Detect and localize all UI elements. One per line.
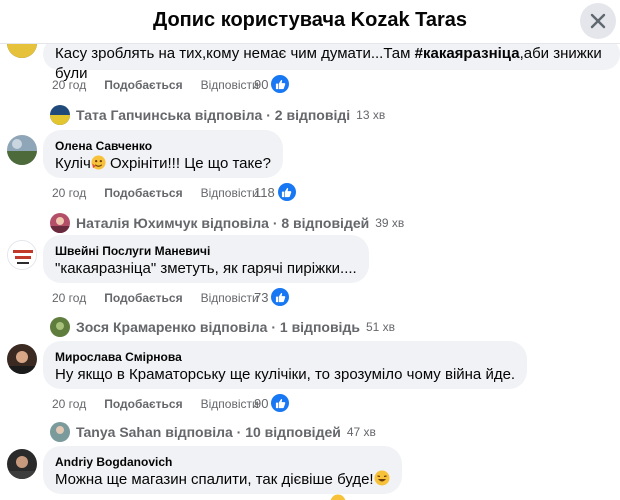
comment-text: "какаяразніца" зметуть, як гарячі пиріжк…	[55, 260, 357, 277]
comment-actions: 20 год Подобається Відповісти	[52, 75, 259, 95]
reaction-count[interactable]: 118	[254, 183, 296, 201]
comment-text: Можна ще магазин спалити, так дієвіше бу…	[55, 470, 390, 490]
emoji-icon	[91, 155, 106, 170]
comment-bubble: Andriy Bogdanovich Можна ще магазин спал…	[43, 446, 402, 494]
like-button[interactable]: Подобається	[104, 397, 182, 411]
replies-time: 39 хв	[375, 216, 405, 230]
comment-text: Ну якщо в Краматорську ще кулічіки, то з…	[55, 366, 516, 383]
like-button[interactable]: Подобається	[104, 186, 182, 200]
comment-bubble: Мирослава Смірнова Ну якщо в Краматорськ…	[43, 341, 528, 389]
comment-bubble: Олена Савченко Куліч Охрініти!!! Це що т…	[43, 130, 283, 178]
comment-actions: 20 год Подобається Відповісти	[52, 183, 259, 203]
avatar	[50, 317, 70, 337]
post-header: Допис користувача Kozak Taras	[0, 0, 620, 44]
comment-bubble: Швейні Послуги Маневичі "какаяразніца" з…	[43, 235, 369, 283]
reply-button[interactable]: Відповісти	[201, 291, 259, 305]
avatar[interactable]	[7, 344, 37, 374]
comment-time[interactable]: 20 год	[52, 186, 86, 200]
replies-time: 13 хв	[356, 108, 386, 122]
reply-button[interactable]: Відповісти	[201, 186, 259, 200]
reply-button[interactable]: Відповісти	[201, 397, 259, 411]
like-thumb-icon	[271, 394, 290, 412]
view-replies-link[interactable]: Tanya Sahan відповіла · 10 відповідей 47…	[50, 421, 376, 443]
like-button[interactable]: Подобається	[104, 291, 182, 305]
avatar	[50, 213, 70, 233]
comment-bubble: Касу зроблять на тих,кому немає чим дума…	[43, 44, 620, 82]
reaction-number: 118	[254, 184, 275, 200]
comments-list[interactable]: Касу зроблять на тих,кому немає чим дума…	[0, 44, 620, 500]
view-replies-link[interactable]: Зося Крамаренко відповіла · 1 відповідь …	[50, 316, 395, 338]
like-thumb-icon	[271, 75, 290, 93]
comment-text: Куліч Охрініти!!! Це що таке?	[55, 155, 271, 172]
laughing-emoji-icon	[330, 494, 346, 500]
replies-summary: Tanya Sahan відповіла · 10 відповідей	[76, 424, 341, 440]
avatar[interactable]	[7, 449, 37, 479]
laughing-emoji-icon	[374, 470, 390, 486]
view-replies-link[interactable]: Тата Гапчинська відповіла · 2 відповіді …	[50, 104, 385, 126]
avatar[interactable]	[7, 44, 37, 58]
replies-summary: Наталія Юхимчук відповіла · 8 відповідей	[76, 215, 370, 231]
comment-time[interactable]: 20 год	[52, 291, 86, 305]
replies-summary: Зося Крамаренко відповіла · 1 відповідь	[76, 319, 360, 335]
avatar	[50, 422, 70, 442]
comment-author[interactable]: Олена Савченко	[55, 138, 271, 154]
reply-button[interactable]: Відповісти	[201, 78, 259, 92]
hashtag-link[interactable]: #какаяразніца	[415, 45, 520, 62]
view-replies-link[interactable]: Наталія Юхимчук відповіла · 8 відповідей…	[50, 212, 404, 234]
comment-time[interactable]: 20 год	[52, 78, 86, 92]
replies-time: 47 хв	[346, 425, 376, 439]
reaction-count[interactable]: 90	[254, 75, 290, 93]
replies-time: 51 хв	[365, 320, 396, 334]
avatar[interactable]	[7, 240, 37, 270]
comment-author[interactable]: Швейні Послуги Маневичі	[55, 243, 357, 259]
reaction-number: 90	[254, 76, 269, 92]
reaction-count[interactable]: 90	[254, 394, 290, 412]
close-button[interactable]	[580, 3, 616, 39]
like-button[interactable]: Подобається	[104, 78, 182, 92]
comment-actions: 20 год Подобається Відповісти	[52, 394, 259, 414]
like-thumb-icon	[271, 288, 290, 306]
comment-author[interactable]: Andriy Bogdanovich	[55, 454, 390, 470]
page-title: Допис користувача Kozak Taras	[152, 9, 468, 31]
like-thumb-icon	[277, 183, 296, 201]
close-icon	[590, 13, 606, 29]
reaction-count[interactable]: 73	[254, 288, 290, 306]
replies-summary: Тата Гапчинська відповіла · 2 відповіді	[76, 107, 351, 123]
reaction-number: 90	[254, 395, 269, 411]
reaction-number: 73	[254, 289, 269, 305]
comment-time[interactable]: 20 год	[52, 397, 86, 411]
comment-author[interactable]: Мирослава Смірнова	[55, 349, 515, 365]
comment-actions: 20 год Подобається Відповісти	[52, 288, 259, 308]
reaction-icons[interactable]	[330, 494, 346, 500]
avatar[interactable]	[7, 135, 37, 165]
avatar	[50, 105, 70, 125]
